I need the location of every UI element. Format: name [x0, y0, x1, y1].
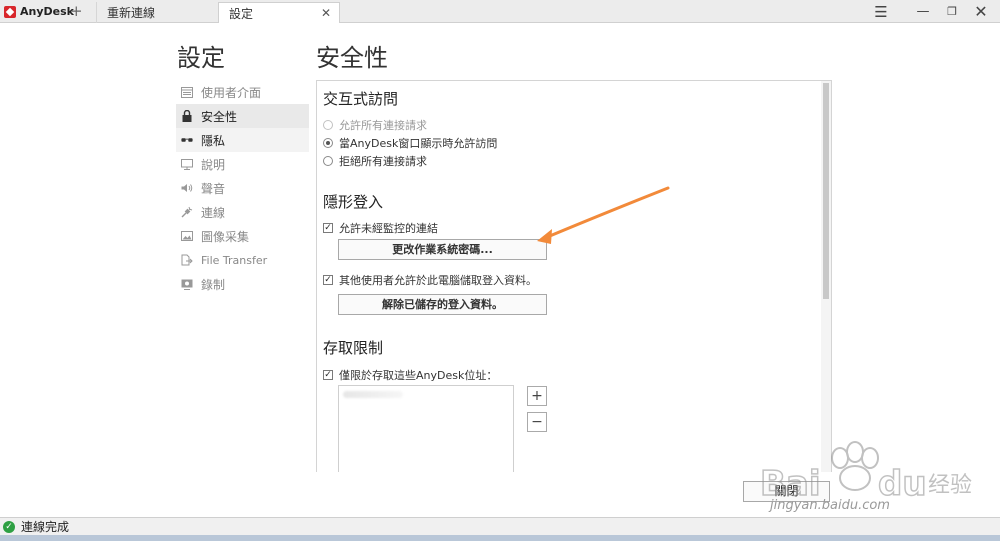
checkbox-label: 允許未經監控的連結 — [339, 222, 438, 235]
checkbox-checked[interactable]: ✓ — [323, 223, 333, 233]
access-limit-title: 存取限制 — [323, 339, 384, 357]
close-icon[interactable]: ✕ — [321, 6, 331, 20]
sidebar-item-connection[interactable]: 連線 — [176, 200, 309, 224]
checkbox-checked[interactable]: ✓ — [323, 370, 333, 380]
add-address-button[interactable]: + — [527, 386, 547, 406]
maximize-icon[interactable]: ❐ — [937, 2, 967, 22]
file-transfer-icon — [181, 254, 193, 266]
monitor-window-icon — [181, 86, 193, 98]
remove-address-button[interactable]: − — [527, 412, 547, 432]
radio-deny-all[interactable]: 拒絕所有連接請求 — [323, 153, 427, 169]
address-whitelist[interactable] — [338, 385, 514, 472]
lock-icon — [181, 110, 193, 122]
settings-sidebar: 使用者介面 安全性 隱私 說明 聲音 連線 圖像采集 File Transfer… — [176, 80, 309, 296]
tab-label: 重新連線 — [107, 6, 156, 20]
sidebar-item-privacy[interactable]: 隱私 — [176, 128, 309, 152]
tab-settings[interactable]: 設定 ✕ — [218, 2, 340, 23]
radio-allow-all[interactable]: 允許所有連接請求 — [323, 117, 427, 133]
radio-label: 允許所有連接請求 — [339, 119, 427, 132]
display-icon — [181, 158, 193, 170]
os-taskbar — [0, 535, 1000, 541]
sidebar-item-label: File Transfer — [201, 253, 268, 267]
checkbox-allow-unattended[interactable]: ✓ 允許未經監控的連結 — [323, 220, 438, 236]
watermark-text: jingyan.baidu.com — [770, 498, 890, 513]
record-icon — [181, 278, 193, 290]
sidebar-item-user-interface[interactable]: 使用者介面 — [176, 80, 309, 104]
anydesk-logo-icon — [4, 5, 16, 18]
check-circle-icon: ✓ — [3, 520, 15, 533]
tab-reconnect[interactable]: 重新連線 — [96, 2, 218, 23]
sidebar-item-file-transfer[interactable]: File Transfer — [176, 248, 309, 272]
clear-stored-login-button[interactable]: 解除已儲存的登入資料。 — [338, 294, 547, 315]
checkbox-label: 僅限於存取這些AnyDesk位址： — [339, 369, 498, 382]
sidebar-item-label: 使用者介面 — [201, 85, 262, 100]
unattended-access-title: 隱形登入 — [323, 193, 384, 211]
checkbox-label: 其他使用者允許於此電腦儲取登入資料。 — [339, 274, 537, 287]
radio-label: 當AnyDesk窗口顯示時允許訪問 — [339, 137, 498, 150]
sidebar-item-security[interactable]: 安全性 — [176, 104, 309, 128]
checkbox-checked[interactable]: ✓ — [323, 275, 333, 285]
plus-icon[interactable]: + — [70, 2, 83, 20]
sidebar-item-label: 圖像采集 — [201, 229, 250, 244]
radio-button[interactable] — [323, 156, 333, 166]
sidebar-item-label: 連線 — [201, 205, 226, 220]
sidebar-item-label: 隱私 — [201, 133, 226, 148]
sidebar-item-recording[interactable]: 錄制 — [176, 272, 309, 296]
page-title: 設定 — [177, 44, 225, 72]
scrollbar-thumb[interactable] — [823, 83, 829, 299]
checkbox-store-login[interactable]: ✓ 其他使用者允許於此電腦儲取登入資料。 — [323, 272, 537, 288]
title-bar: AnyDesk + 重新連線 設定 ✕ ☰ — ❐ ✕ — [0, 0, 1000, 23]
radio-allow-when-window-shown[interactable]: 當AnyDesk窗口顯示時允許訪問 — [323, 135, 497, 151]
glasses-icon — [181, 134, 193, 146]
svg-text:经验: 经验 — [928, 473, 972, 498]
status-text: 連線完成 — [21, 520, 70, 534]
sidebar-item-help[interactable]: 說明 — [176, 152, 309, 176]
minimize-icon[interactable]: — — [908, 2, 938, 22]
change-password-button[interactable]: 更改作業系統密碼... — [338, 239, 547, 260]
section-title: 安全性 — [316, 44, 388, 72]
window-close-icon[interactable]: ✕ — [966, 2, 996, 22]
blurred-address-entry — [343, 391, 403, 398]
speaker-icon — [181, 182, 193, 194]
radio-label: 拒絕所有連接請求 — [339, 155, 427, 168]
status-bar: ✓ 連線完成 — [0, 517, 1000, 535]
plug-icon — [181, 206, 193, 218]
interactive-access-title: 交互式訪問 — [323, 90, 399, 108]
sidebar-item-image-capture[interactable]: 圖像采集 — [176, 224, 309, 248]
radio-button-selected[interactable] — [323, 138, 333, 148]
hamburger-menu-icon[interactable]: ☰ — [866, 2, 896, 22]
image-icon — [181, 230, 193, 242]
radio-button[interactable] — [323, 120, 333, 130]
tab-label: 設定 — [229, 7, 254, 21]
app-name: AnyDesk — [20, 5, 74, 18]
sidebar-item-label: 安全性 — [201, 109, 238, 124]
sidebar-item-label: 聲音 — [201, 181, 226, 196]
sidebar-item-sound[interactable]: 聲音 — [176, 176, 309, 200]
vertical-scrollbar[interactable] — [821, 81, 831, 472]
checkbox-restrict-addresses[interactable]: ✓ 僅限於存取這些AnyDesk位址： — [323, 367, 497, 383]
sidebar-item-label: 說明 — [201, 157, 226, 172]
sidebar-item-label: 錄制 — [201, 277, 226, 292]
app-logo: AnyDesk — [4, 4, 74, 19]
